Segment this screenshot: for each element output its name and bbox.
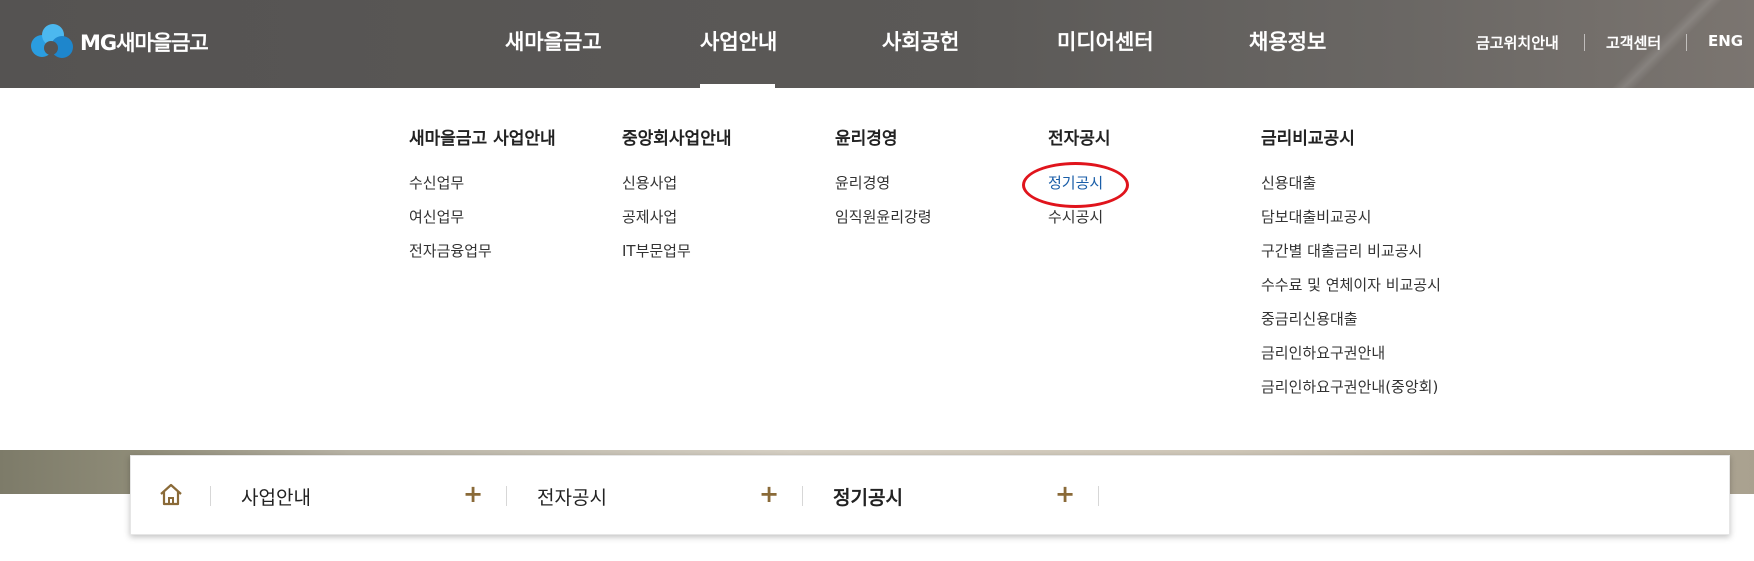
plus-icon[interactable]: +	[1055, 480, 1075, 508]
mega-link[interactable]: 수시공시	[1048, 206, 1111, 240]
home-icon[interactable]	[158, 482, 184, 508]
mega-link[interactable]: 수수료 및 연체이자 비교공시	[1261, 274, 1441, 308]
util-customer-center[interactable]: 고객센터	[1606, 32, 1661, 53]
mega-link[interactable]: IT부문업무	[622, 240, 731, 274]
breadcrumb-item-regular-disclosure[interactable]: 정기공시	[833, 483, 903, 510]
mega-link[interactable]: 여신업무	[409, 206, 556, 240]
mega-col-title[interactable]: 윤리경영	[835, 124, 932, 149]
gnb-recruit[interactable]: 채용정보	[1249, 26, 1326, 62]
mega-col-disclosure: 전자공시 정기공시 수시공시	[1022, 124, 1129, 240]
gnb-media[interactable]: 미디어센터	[1057, 26, 1154, 62]
mega-col-list: 정기공시 수시공시	[1022, 162, 1129, 240]
mega-link[interactable]: 신용사업	[622, 172, 731, 206]
mega-col-title[interactable]: 중앙회사업안내	[622, 124, 731, 149]
logo-text: MG새마을금고	[80, 31, 209, 55]
mega-link[interactable]: 수신업무	[409, 172, 556, 206]
mg-logo-icon	[31, 24, 73, 58]
mega-col-rate-compare: 금리비교공시 신용대출 담보대출비교공시 구간별 대출금리 비교공시 수수료 및…	[1261, 124, 1441, 410]
plus-icon[interactable]: +	[759, 480, 779, 508]
mega-link-regular-disclosure[interactable]: 정기공시	[1022, 162, 1129, 208]
util-eng[interactable]: ENG	[1708, 32, 1743, 50]
mega-col-title[interactable]: 전자공시	[1048, 124, 1111, 149]
gnb-social[interactable]: 사회공헌	[882, 26, 959, 62]
mega-link-label: 정기공시	[1048, 174, 1104, 192]
logo[interactable]: MG새마을금고	[28, 20, 209, 64]
breadcrumb-item-disclosure[interactable]: 전자공시	[537, 483, 607, 510]
mega-col-title[interactable]: 금리비교공시	[1261, 124, 1441, 149]
mega-link[interactable]: 중금리신용대출	[1261, 308, 1441, 342]
mega-col-list: 신용대출 담보대출비교공시 구간별 대출금리 비교공시 수수료 및 연체이자 비…	[1261, 172, 1441, 410]
gnb-business[interactable]: 사업안내	[700, 26, 777, 62]
mega-link[interactable]: 구간별 대출금리 비교공시	[1261, 240, 1441, 274]
breadcrumb: 사업안내 + 전자공시 + 정기공시 +	[130, 455, 1730, 535]
gnb-saemaeul[interactable]: 새마을금고	[505, 26, 602, 62]
mega-col-central: 중앙회사업안내 신용사업 공제사업 IT부문업무	[622, 124, 731, 274]
top-header: MG새마을금고 새마을금고 사업안내 사회공헌 미디어센터 채용정보 금고위치안…	[0, 0, 1754, 88]
mega-col-list: 수신업무 여신업무 전자금융업무	[409, 172, 556, 274]
breadcrumb-divider	[802, 486, 803, 506]
mega-col-ethics: 윤리경영 윤리경영 임직원윤리강령	[835, 124, 932, 240]
mega-link[interactable]: 임직원윤리강령	[835, 206, 932, 240]
mega-col-list: 윤리경영 임직원윤리강령	[835, 172, 932, 240]
mega-col-list: 신용사업 공제사업 IT부문업무	[622, 172, 731, 274]
util-divider	[1686, 34, 1687, 51]
mega-link[interactable]: 공제사업	[622, 206, 731, 240]
mega-col-title[interactable]: 새마을금고 사업안내	[409, 124, 556, 149]
breadcrumb-divider	[210, 486, 211, 506]
mega-link[interactable]: 금리인하요구권안내(중앙회)	[1261, 376, 1441, 410]
mega-col-saemaeul: 새마을금고 사업안내 수신업무 여신업무 전자금융업무	[409, 124, 556, 274]
util-divider	[1584, 34, 1585, 51]
util-branch-location[interactable]: 금고위치안내	[1476, 32, 1559, 53]
breadcrumb-divider	[506, 486, 507, 506]
breadcrumb-item-business[interactable]: 사업안내	[241, 483, 311, 510]
mega-link[interactable]: 담보대출비교공시	[1261, 206, 1441, 240]
mega-link[interactable]: 전자금융업무	[409, 240, 556, 274]
mega-menu: 새마을금고 사업안내 수신업무 여신업무 전자금융업무 중앙회사업안내 신용사업…	[0, 88, 1754, 450]
mega-link[interactable]: 윤리경영	[835, 172, 932, 206]
mega-link[interactable]: 신용대출	[1261, 172, 1441, 206]
breadcrumb-divider	[1098, 486, 1099, 506]
plus-icon[interactable]: +	[463, 480, 483, 508]
mega-link[interactable]: 금리인하요구권안내	[1261, 342, 1441, 376]
